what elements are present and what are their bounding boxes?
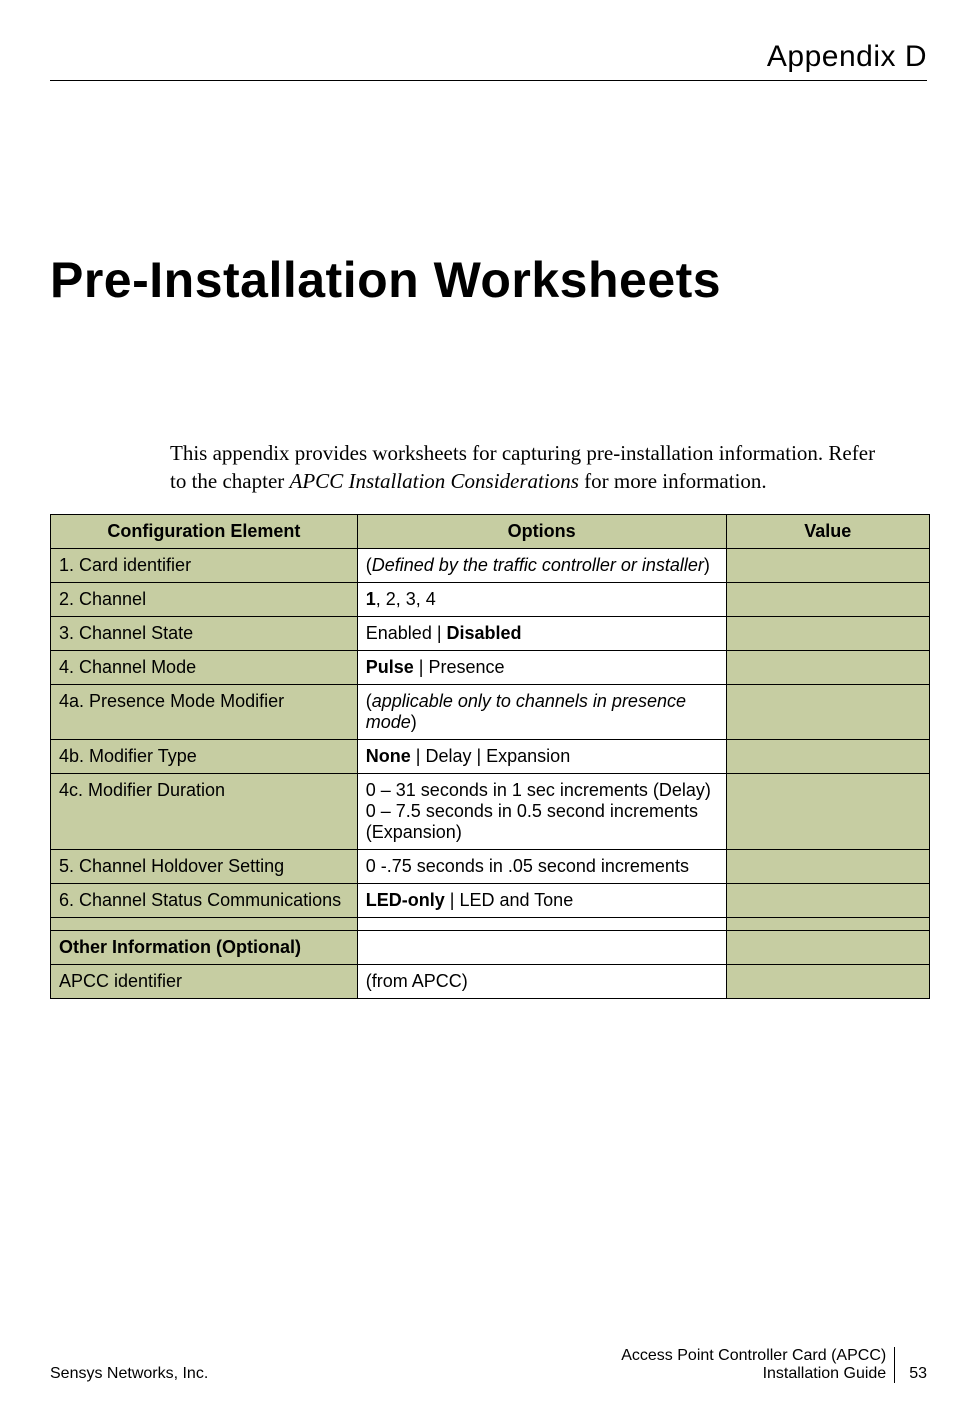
- intro-paragraph: This appendix provides worksheets for ca…: [170, 439, 887, 496]
- table-row: [51, 917, 930, 930]
- cell-value: [726, 582, 930, 616]
- document-page: Appendix D Pre-Installation Worksheets T…: [0, 0, 977, 1413]
- cell-value: [726, 684, 930, 739]
- table-row: 6. Channel Status CommunicationsLED-only…: [51, 883, 930, 917]
- table-row: APCC identifier(from APCC): [51, 964, 930, 998]
- cell-configuration-element: 4c. Modifier Duration: [51, 773, 358, 849]
- cell-value: [726, 883, 930, 917]
- cell-options: Pulse | Presence: [357, 650, 726, 684]
- intro-italic-chapter: APCC Installation Considerations: [290, 469, 579, 493]
- cell-configuration-element: APCC identifier: [51, 964, 358, 998]
- cell-options: LED-only | LED and Tone: [357, 883, 726, 917]
- table-row: 1. Card identifier(Defined by the traffi…: [51, 548, 930, 582]
- cell-options: (Defined by the traffic controller or in…: [357, 548, 726, 582]
- cell-options: (from APCC): [357, 964, 726, 998]
- footer-company: Sensys Networks, Inc.: [50, 1365, 208, 1383]
- cell-configuration-element: Other Information (Optional): [51, 930, 358, 964]
- cell-configuration-element: 3. Channel State: [51, 616, 358, 650]
- cell-configuration-element: 5. Channel Holdover Setting: [51, 849, 358, 883]
- cell-value: [726, 930, 930, 964]
- table-row: 4a. Presence Mode Modifier(applicable on…: [51, 684, 930, 739]
- table-body: 1. Card identifier(Defined by the traffi…: [51, 548, 930, 998]
- cell-configuration-element: 2. Channel: [51, 582, 358, 616]
- cell-options: 0 – 31 seconds in 1 sec increments (Dela…: [357, 773, 726, 849]
- footer-doc-title: Access Point Controller Card (APCC): [621, 1347, 886, 1365]
- cell-value: [726, 616, 930, 650]
- cell-value: [726, 548, 930, 582]
- intro-part2: for more information.: [579, 469, 767, 493]
- worksheet-table: Configuration Element Options Value 1. C…: [50, 514, 930, 999]
- table-header-row: Configuration Element Options Value: [51, 514, 930, 548]
- cell-configuration-element: 1. Card identifier: [51, 548, 358, 582]
- cell-configuration-element: 4. Channel Mode: [51, 650, 358, 684]
- cell-value: [726, 917, 930, 930]
- col-header-value: Value: [726, 514, 930, 548]
- cell-configuration-element: 6. Channel Status Communications: [51, 883, 358, 917]
- cell-configuration-element: 4b. Modifier Type: [51, 739, 358, 773]
- cell-value: [726, 849, 930, 883]
- cell-options: (applicable only to channels in presence…: [357, 684, 726, 739]
- table-row: 4b. Modifier TypeNone | Delay | Expansio…: [51, 739, 930, 773]
- cell-options: 0 -.75 seconds in .05 second increments: [357, 849, 726, 883]
- cell-options: [357, 917, 726, 930]
- cell-value: [726, 739, 930, 773]
- cell-options: Enabled | Disabled: [357, 616, 726, 650]
- cell-options: 1, 2, 3, 4: [357, 582, 726, 616]
- footer-page-number: 53: [903, 1365, 927, 1383]
- cell-value: [726, 964, 930, 998]
- page-header-appendix: Appendix D: [50, 40, 927, 81]
- cell-options: None | Delay | Expansion: [357, 739, 726, 773]
- cell-options: [357, 930, 726, 964]
- page-title: Pre-Installation Worksheets: [50, 251, 927, 309]
- col-header-configuration-element: Configuration Element: [51, 514, 358, 548]
- col-header-options: Options: [357, 514, 726, 548]
- table-row: 5. Channel Holdover Setting0 -.75 second…: [51, 849, 930, 883]
- cell-value: [726, 650, 930, 684]
- table-row: 4. Channel ModePulse | Presence: [51, 650, 930, 684]
- table-row: 4c. Modifier Duration0 – 31 seconds in 1…: [51, 773, 930, 849]
- footer-right: Access Point Controller Card (APCC) Inst…: [621, 1347, 927, 1383]
- cell-configuration-element: 4a. Presence Mode Modifier: [51, 684, 358, 739]
- table-row: 3. Channel StateEnabled | Disabled: [51, 616, 930, 650]
- footer-doc-subtitle: Installation Guide: [621, 1365, 886, 1383]
- cell-configuration-element: [51, 917, 358, 930]
- table-row: Other Information (Optional): [51, 930, 930, 964]
- footer-vertical-rule: [894, 1347, 895, 1383]
- cell-value: [726, 773, 930, 849]
- table-row: 2. Channel1, 2, 3, 4: [51, 582, 930, 616]
